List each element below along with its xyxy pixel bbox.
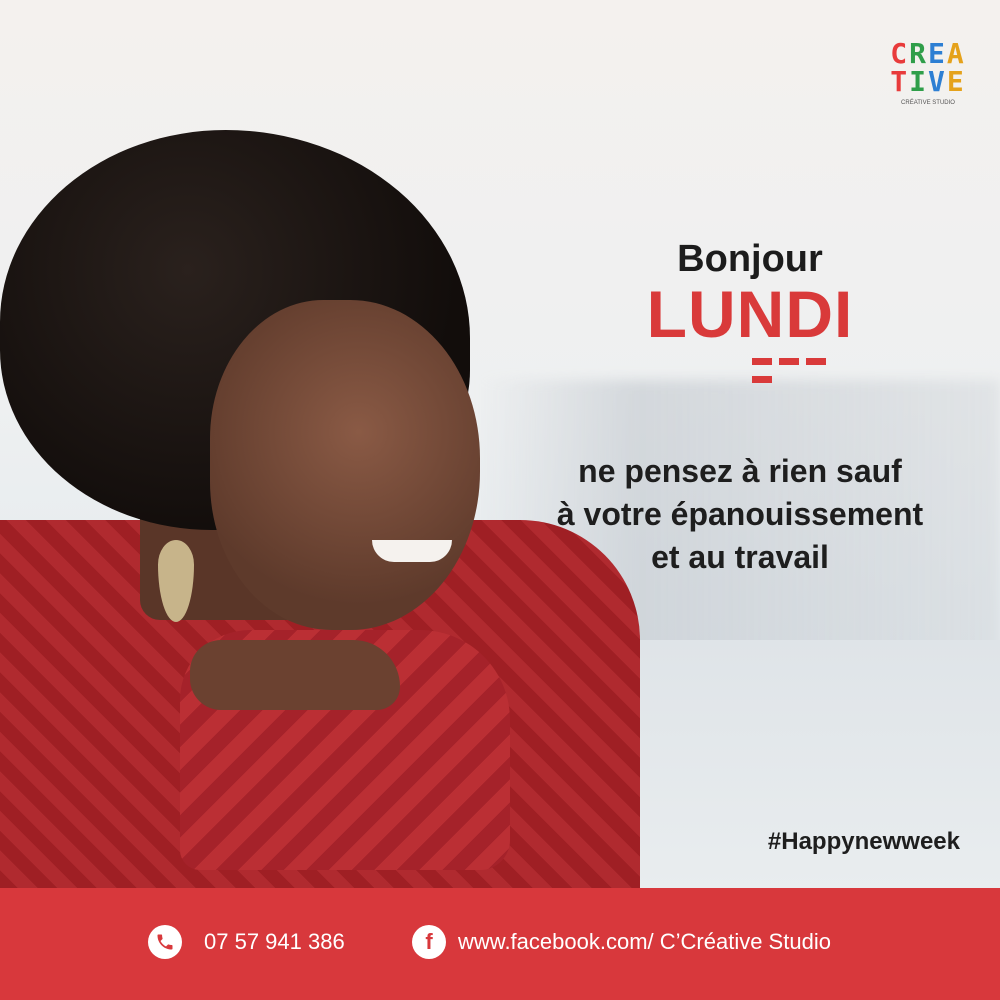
headline: Bonjour LUNDI — [640, 238, 860, 347]
logo-line-1: CREA — [890, 37, 966, 70]
message-line-1: ne pensez à rien sauf — [578, 453, 902, 489]
message-line-3: et au travail — [651, 539, 829, 575]
motivational-message: ne pensez à rien sauf à votre épanouisse… — [500, 450, 980, 579]
facebook-url: www.facebook.com/ C’Créative Studio — [458, 929, 831, 954]
message-line-2: à votre épanouissement — [556, 496, 924, 532]
hashtag: #Happynewweek — [767, 828, 960, 855]
creative-studio-logo: CREA TIVE CRÉATIVE STUDIO — [882, 37, 974, 107]
hand — [190, 640, 400, 710]
phone-icon — [148, 925, 182, 959]
face — [210, 300, 480, 630]
poster: CREA TIVE CRÉATIVE STUDIO Bonjour LUNDI … — [0, 0, 1000, 1000]
facebook-icon: f — [412, 925, 446, 959]
smile — [372, 540, 452, 562]
greeting-text: Bonjour — [677, 238, 823, 280]
day-title: LUNDI — [646, 277, 854, 351]
logo-subtitle: CRÉATIVE STUDIO — [901, 100, 955, 106]
logo-line-2: TIVE — [890, 65, 966, 98]
phone-contact[interactable]: 07 57 941 386 — [148, 925, 345, 959]
decorative-dashes — [752, 352, 852, 383]
contact-footer: 07 57 941 386 f www.facebook.com/ C’Créa… — [0, 888, 1000, 1000]
smiling-woman-photo — [0, 0, 640, 890]
facebook-contact[interactable]: f www.facebook.com/ C’Créative Studio — [412, 925, 831, 959]
phone-number: 07 57 941 386 — [204, 929, 345, 954]
